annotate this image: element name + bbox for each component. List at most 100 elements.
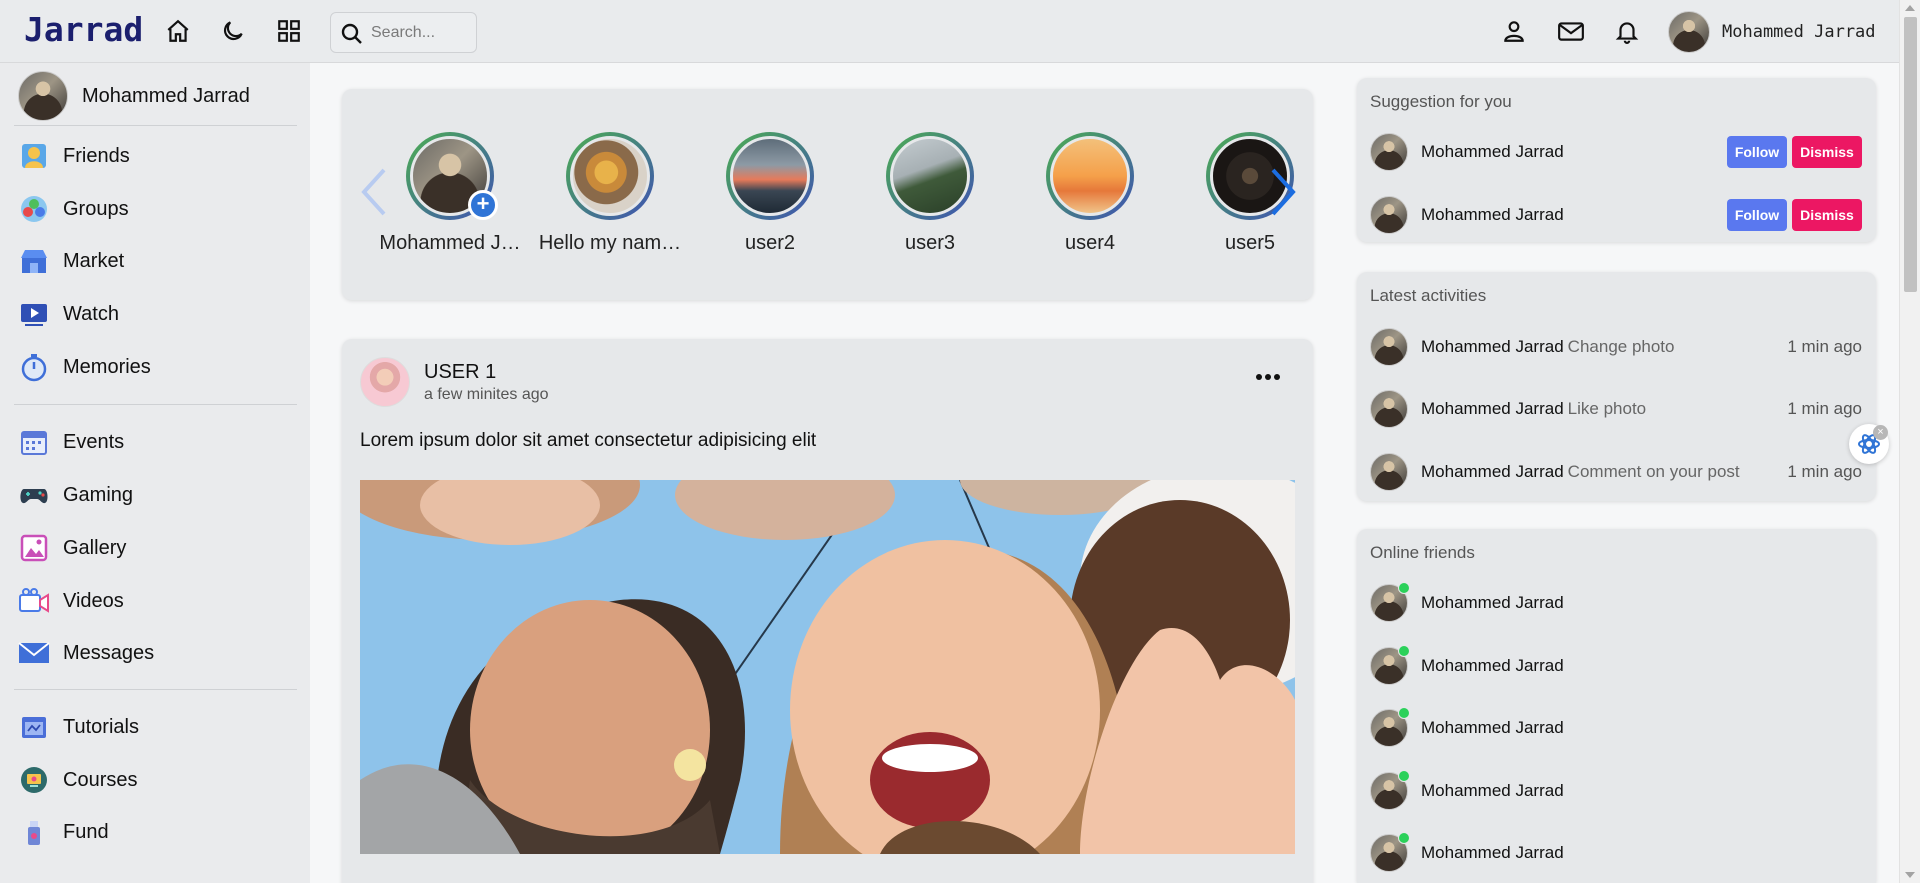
scrollbar[interactable] <box>1899 0 1920 883</box>
sidebar-item-watch[interactable]: Watch <box>18 297 119 331</box>
online-friend-row[interactable]: Mohammed Jarrad <box>1370 707 1862 748</box>
stories-carousel: + Mohammed J… Hello my nam… user2 user3 … <box>342 89 1313 300</box>
sidebar-item-tutorials[interactable]: Tutorials <box>18 710 139 744</box>
story-image <box>1050 136 1130 216</box>
dismiss-button[interactable]: Dismiss <box>1792 136 1862 168</box>
home-icon[interactable] <box>161 14 195 48</box>
sidebar-item-label: Groups <box>63 197 129 220</box>
post-header: USER 1 a few minites ago <box>360 357 549 407</box>
close-icon[interactable]: × <box>1873 425 1888 440</box>
grid-icon[interactable] <box>272 14 306 48</box>
online-friend-name: Mohammed Jarrad <box>1421 843 1564 862</box>
sidebar-item-fund[interactable]: Fund <box>18 815 109 849</box>
scroll-thumb[interactable] <box>1904 17 1917 292</box>
add-story-button[interactable]: + <box>468 190 498 220</box>
avatar <box>1668 11 1710 53</box>
courses-icon <box>18 764 50 796</box>
story-name: user2 <box>744 232 796 254</box>
watch-icon <box>18 298 50 330</box>
post-username[interactable]: USER 1 <box>424 361 549 384</box>
sidebar-item-label: Videos <box>63 589 124 612</box>
avatar[interactable] <box>1370 196 1408 234</box>
bell-icon[interactable] <box>1610 14 1644 48</box>
sidebar-item-label: Memories <box>63 355 151 378</box>
friends-icon <box>18 140 50 172</box>
sidebar-item-events[interactable]: Events <box>18 425 124 459</box>
suggestion-row: Mohammed Jarrad Follow Dismiss <box>1370 132 1862 172</box>
search-input[interactable] <box>371 23 471 43</box>
post-text: Lorem ipsum dolor sit amet consectetur a… <box>360 430 817 451</box>
activity-name[interactable]: Mohammed Jarrad <box>1421 462 1564 482</box>
sidebar-item-messages[interactable]: Messages <box>18 636 154 670</box>
search-box[interactable] <box>330 12 477 53</box>
sidebar-item-courses[interactable]: Courses <box>18 763 137 797</box>
activity-name[interactable]: Mohammed Jarrad <box>1421 399 1564 419</box>
story-name: user4 <box>1064 232 1116 254</box>
suggestions-card: Suggestion for you Mohammed Jarrad Follo… <box>1357 78 1876 242</box>
online-status-dot <box>1398 645 1410 657</box>
sidebar-item-label: Market <box>63 249 125 272</box>
story-item[interactable]: user4 <box>1015 132 1165 255</box>
story-item[interactable]: Hello my nam… <box>535 132 685 255</box>
avatar[interactable] <box>1370 328 1408 366</box>
sidebar-item-gaming[interactable]: Gaming <box>18 478 133 512</box>
online-status-dot <box>1398 832 1410 844</box>
online-friends-card: Online friends Mohammed Jarrad Mohammed … <box>1357 529 1876 883</box>
story-item[interactable]: + Mohammed J… <box>375 132 525 255</box>
avatar[interactable] <box>360 357 410 407</box>
online-friend-row[interactable]: Mohammed Jarrad <box>1370 645 1862 686</box>
sidebar-item-label: Messages <box>63 641 155 664</box>
activity-action: Comment on your post <box>1567 462 1740 481</box>
online-status-dot <box>1398 582 1410 594</box>
follow-button[interactable]: Follow <box>1727 199 1787 231</box>
mail-icon[interactable] <box>1554 14 1588 48</box>
events-icon <box>18 426 50 458</box>
story-item[interactable]: user2 <box>695 132 845 255</box>
follow-button[interactable]: Follow <box>1727 136 1787 168</box>
post-image[interactable] <box>360 480 1295 854</box>
person-icon[interactable] <box>1497 14 1531 48</box>
left-sidebar: Mohammed Jarrad Friends Groups Market Wa… <box>0 63 310 883</box>
story-name: user5 <box>1224 232 1276 254</box>
sidebar-item-label: Tutorials <box>63 715 139 738</box>
sidebar-item-label: Gaming <box>63 483 134 506</box>
activity-time: 1 min ago <box>1787 462 1862 481</box>
avatar[interactable] <box>1370 453 1408 491</box>
story-item[interactable]: user3 <box>855 132 1005 255</box>
activity-name[interactable]: Mohammed Jarrad <box>1421 337 1564 357</box>
online-friend-row[interactable]: Mohammed Jarrad <box>1370 582 1862 623</box>
suggestions-title: Suggestion for you <box>1370 92 1512 111</box>
avatar[interactable] <box>1370 133 1408 171</box>
scroll-down-arrow[interactable] <box>1905 872 1915 878</box>
online-friend-row[interactable]: Mohammed Jarrad <box>1370 770 1862 811</box>
sidebar-item-gallery[interactable]: Gallery <box>18 531 126 565</box>
tutorials-icon <box>18 711 50 743</box>
suggestion-name[interactable]: Mohammed Jarrad <box>1421 142 1564 162</box>
more-options-icon[interactable] <box>1253 367 1283 387</box>
scroll-up-arrow[interactable] <box>1905 5 1915 11</box>
sidebar-item-friends[interactable]: Friends <box>18 139 130 173</box>
navbar-user[interactable]: Mohammed Jarrad <box>1668 11 1876 53</box>
activities-title: Latest activities <box>1370 286 1487 305</box>
sidebar-user-name: Mohammed Jarrad <box>82 84 250 107</box>
activity-row: Mohammed Jarrad Change photo 1 min ago <box>1370 327 1862 367</box>
sidebar-item-videos[interactable]: Videos <box>18 584 124 618</box>
activity-time: 1 min ago <box>1787 337 1862 356</box>
story-name: Mohammed J… <box>379 232 521 254</box>
online-friend-row[interactable]: Mohammed Jarrad <box>1370 832 1862 873</box>
sidebar-item-memories[interactable]: Memories <box>18 350 151 384</box>
suggestion-name[interactable]: Mohammed Jarrad <box>1421 205 1564 225</box>
online-friend-name: Mohammed Jarrad <box>1421 718 1564 737</box>
sidebar-item-label: Watch <box>63 302 119 325</box>
post-timestamp: a few minites ago <box>424 385 549 403</box>
gallery-icon <box>18 532 50 564</box>
suggestion-row: Mohammed Jarrad Follow Dismiss <box>1370 195 1862 235</box>
sidebar-item-groups[interactable]: Groups <box>18 192 129 226</box>
sidebar-item-market[interactable]: Market <box>18 244 124 278</box>
dismiss-button[interactable]: Dismiss <box>1792 199 1862 231</box>
logo[interactable]: Jarrad <box>24 10 143 49</box>
sidebar-user[interactable]: Mohammed Jarrad <box>18 71 250 121</box>
avatar[interactable] <box>1370 390 1408 428</box>
story-next-arrow[interactable] <box>1263 162 1303 222</box>
moon-icon[interactable] <box>216 14 250 48</box>
